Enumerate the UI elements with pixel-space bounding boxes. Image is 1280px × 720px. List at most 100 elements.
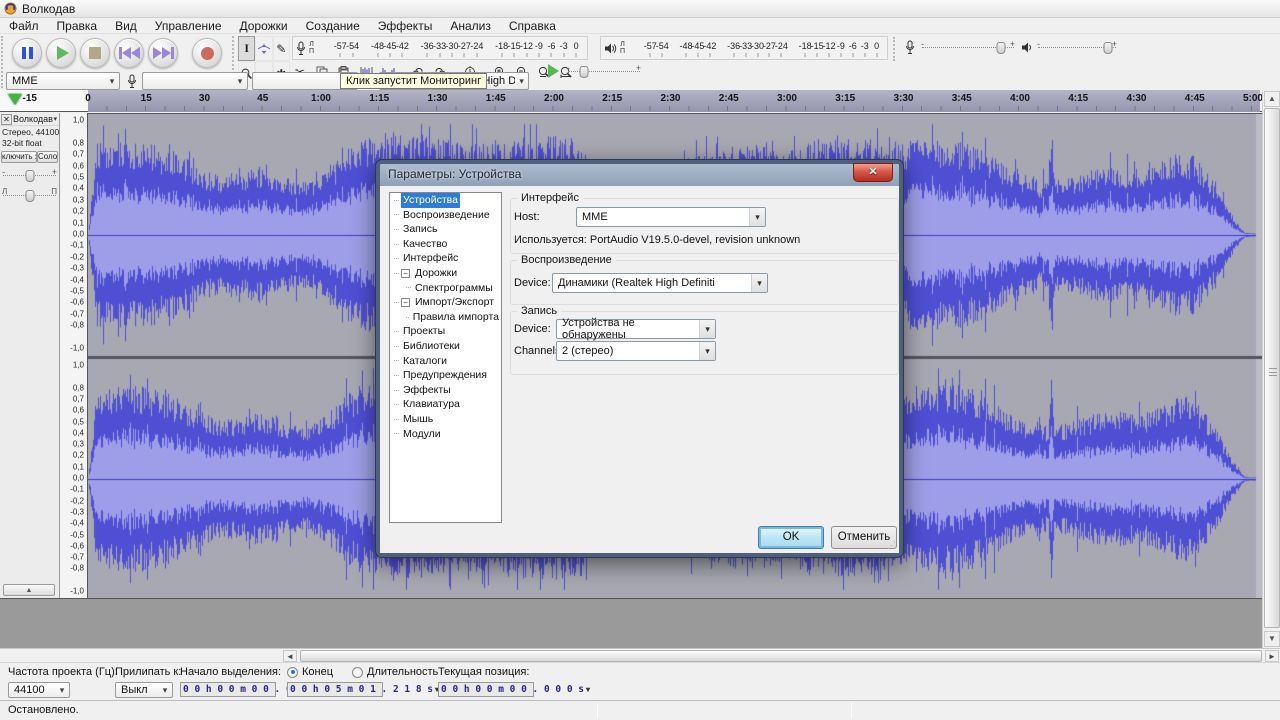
track-close-button[interactable]: ✕ — [1, 114, 12, 125]
vertical-scale-ruler[interactable]: 1,00,80,70,60,50,40,30,20,10,0-0,1-0,2-0… — [61, 113, 88, 599]
play-icon — [57, 46, 69, 60]
tree-item-качество[interactable]: Качество — [390, 237, 501, 252]
playback-device-combobox[interactable]: Динамики (Realtek High Definiti▾ — [552, 273, 768, 293]
playback-volume-slider[interactable]: -+ — [1038, 41, 1116, 55]
tree-collapse-icon[interactable]: − — [401, 298, 410, 307]
tree-item-эффекты[interactable]: Эффекты — [390, 383, 501, 398]
ok-button[interactable]: OK — [758, 526, 824, 549]
tree-item-модули[interactable]: Модули — [390, 427, 501, 442]
tree-item-предупреждения[interactable]: Предупреждения — [390, 368, 501, 383]
slider-thumb[interactable] — [25, 190, 34, 202]
tree-item-мышь[interactable]: Мышь — [390, 412, 501, 427]
menu-анализ[interactable]: Анализ — [441, 18, 500, 34]
tree-item-библиотеки[interactable]: Библиотеки — [390, 339, 501, 354]
track-collapse-button[interactable]: ▲ — [3, 584, 55, 596]
playback-meter[interactable]: ЛП -57-54-48-45-42-36-33-30-27-24-18-15-… — [600, 36, 888, 60]
selection-start-field[interactable]: 0 0 h 0 0 m 0 0 . 0 0 0 s▾ — [180, 682, 276, 697]
menu-эффекты[interactable]: Эффекты — [369, 18, 442, 34]
tree-item-правила импорта[interactable]: Правила импорта — [390, 310, 501, 325]
tree-item-спектрограммы[interactable]: Спектрограммы — [390, 281, 501, 296]
vertical-scale-label: -1,0 — [70, 344, 84, 353]
stop-button[interactable] — [80, 38, 110, 68]
scroll-down-icon[interactable]: ▼ — [1264, 631, 1280, 647]
selection-end-radio[interactable]: Конец — [287, 666, 333, 678]
host-combobox[interactable]: MME▾ — [576, 207, 766, 227]
tree-item-воспроизведение[interactable]: Воспроизведение — [390, 208, 501, 223]
tree-item-устройства[interactable]: Устройства — [390, 193, 501, 208]
track-menu-chevron-icon[interactable]: ▾ — [53, 115, 59, 123]
recording-volume-slider[interactable]: -+ — [922, 41, 1014, 55]
track-format-line1: Стерео, 44100Hz — [0, 126, 59, 137]
skip-to-start-button[interactable] — [114, 38, 144, 68]
dialog-close-button[interactable]: ✕ — [853, 163, 893, 182]
draw-tool-button[interactable]: ✎ — [273, 36, 290, 61]
scroll-right-icon[interactable]: ► — [1265, 650, 1279, 662]
tree-item-запись[interactable]: Запись — [390, 222, 501, 237]
tree-item-интерфейс[interactable]: Интерфейс — [390, 251, 501, 266]
solo-button[interactable]: Соло — [37, 151, 58, 163]
menu-вид[interactable]: Вид — [106, 18, 146, 34]
play-button[interactable] — [46, 38, 76, 68]
slider-thumb[interactable] — [25, 170, 34, 182]
recording-channels-combobox[interactable]: 2 (стерео)▾ — [556, 341, 716, 361]
tree-collapse-icon[interactable]: − — [401, 269, 410, 278]
resize-grip-icon[interactable]: ⋰ — [887, 540, 896, 551]
radio-on-icon — [287, 667, 298, 678]
scroll-left-icon[interactable]: ◄ — [283, 650, 297, 662]
tree-connector — [394, 302, 399, 303]
timeline-ruler[interactable]: -1501530451:001:151:301:452:002:152:302:… — [0, 90, 1280, 112]
project-rate-select[interactable]: 44100▾ — [8, 682, 70, 698]
meter-tick-mark — [377, 53, 378, 57]
empty-project-area[interactable] — [0, 599, 1262, 648]
envelope-tool-button[interactable] — [255, 36, 272, 61]
track-control-panel: ✕ Волкодав ▾ Стерео, 44100Hz 32-bit floa… — [0, 113, 60, 599]
mute-button[interactable]: ключить зву — [1, 151, 37, 163]
vertical-scroll-thumb[interactable] — [1264, 108, 1280, 628]
selection-end-field[interactable]: 0 0 h 0 5 m 0 1 . 2 1 8 s▾ — [287, 682, 383, 697]
menu-дорожки[interactable]: Дорожки — [231, 18, 297, 34]
scroll-up-icon[interactable]: ▲ — [1264, 91, 1280, 107]
playback-group-title: Воспроизведение — [517, 254, 616, 266]
quickplay-pin-icon[interactable] — [8, 94, 22, 105]
speaker-icon — [604, 42, 617, 55]
slider-thumb[interactable] — [1104, 42, 1113, 54]
horizontal-scroll-thumb[interactable] — [300, 650, 1262, 662]
menu-справка[interactable]: Справка — [500, 18, 565, 34]
vertical-scrollbar[interactable]: ▲ ▼ — [1262, 90, 1280, 648]
horizontal-scrollbar[interactable]: ◄ ► — [0, 648, 1280, 662]
vertical-scale-label: -0,8 — [70, 321, 84, 330]
meter-tick: 0 — [574, 41, 579, 51]
meter-tick: -6 — [849, 41, 857, 51]
host-select[interactable]: MME▾ — [6, 72, 120, 90]
meter-tick: -54 — [346, 41, 359, 51]
track-pan-slider[interactable]: Л П — [3, 189, 56, 203]
recording-device-select[interactable]: ▾ — [142, 72, 248, 90]
chevron-down-icon: ▾ — [515, 76, 528, 87]
tree-item-дорожки[interactable]: −Дорожки — [390, 266, 501, 281]
tree-item-каталоги[interactable]: Каталоги — [390, 354, 501, 369]
menu-управление[interactable]: Управление — [146, 18, 231, 34]
close-icon: ✕ — [3, 115, 10, 124]
toolbar-grip[interactable] — [893, 37, 897, 61]
tree-item-импорт/экспорт[interactable]: −Импорт/Экспорт — [390, 295, 501, 310]
dialog-titlebar[interactable]: Параметры: Устройства ✕ — [380, 164, 899, 186]
menu-создание[interactable]: Создание — [297, 18, 369, 34]
tree-item-проекты[interactable]: Проекты — [390, 324, 501, 339]
record-button[interactable] — [192, 38, 222, 68]
recording-device-combobox[interactable]: Устройства не обнаружены▾ — [556, 319, 716, 339]
track-name[interactable]: Волкодав — [13, 114, 53, 124]
selection-length-radio[interactable]: Длительность — [352, 666, 438, 678]
snap-to-select[interactable]: Выкл▾ — [115, 682, 173, 698]
skip-to-end-button[interactable] — [148, 38, 178, 68]
track-gain-slider[interactable]: - + — [3, 169, 56, 183]
slider-thumb[interactable] — [997, 42, 1006, 54]
tree-item-клавиатура[interactable]: Клавиатура — [390, 397, 501, 412]
vertical-scale-label: -0,8 — [70, 564, 84, 573]
menu-правка[interactable]: Правка — [48, 18, 107, 34]
recording-meter[interactable]: ЛП -57-54-48-45-42-36-33-30-27-24-18-15-… — [292, 36, 588, 60]
pause-button[interactable] — [12, 38, 42, 68]
audio-position-field[interactable]: 0 0 h 0 0 m 0 0 . 0 0 0 s▾ — [438, 682, 534, 697]
selection-tool-button[interactable]: I — [238, 36, 255, 61]
menu-файл[interactable]: Файл — [0, 18, 48, 34]
vertical-scale-label: 0,7 — [73, 150, 84, 159]
